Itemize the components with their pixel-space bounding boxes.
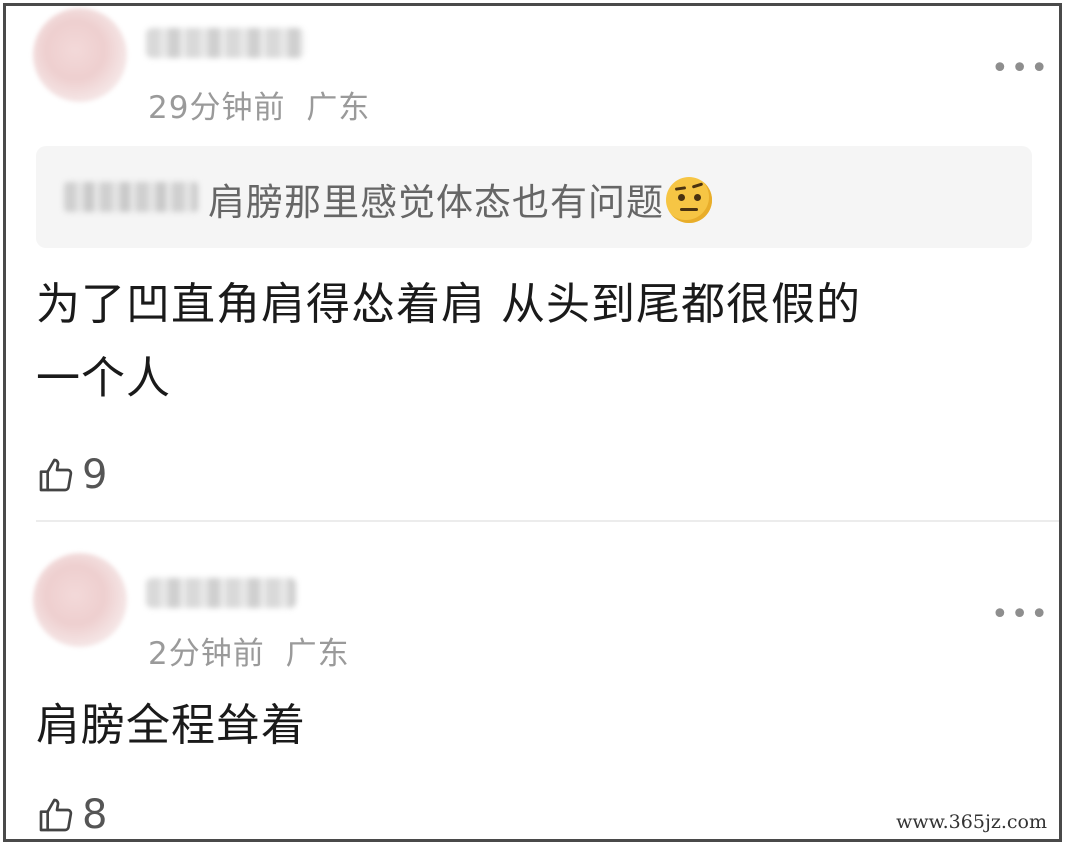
more-options-icon[interactable]: ••• xyxy=(991,54,1050,84)
quoted-text: 肩膀那里感觉体态也有问题 xyxy=(208,172,712,226)
comment-feed: 29分钟前 广东 ••• 肩膀那里感觉体态也有问题 为了凹直角肩得怂着肩 从头到… xyxy=(3,3,1062,842)
quoted-username-blurred xyxy=(64,182,198,212)
avatar[interactable] xyxy=(33,553,127,647)
comment-body-line: 为了凹直角肩得怂着肩 从头到尾都很假的 xyxy=(36,279,861,330)
comment-body: 肩膀全程耸着 xyxy=(36,689,306,763)
thumbs-up-icon xyxy=(39,458,73,492)
thumbs-up-icon xyxy=(39,798,73,832)
comment-body: 为了凹直角肩得怂着肩 从头到尾都很假的 一个人 xyxy=(36,268,861,416)
comment-location: 广东 xyxy=(285,636,350,672)
comment-divider xyxy=(36,520,1059,522)
comment-body-line: 肩膀全程耸着 xyxy=(36,700,306,751)
like-button[interactable]: 9 xyxy=(36,452,107,498)
avatar[interactable] xyxy=(33,8,127,102)
comment-meta: 2分钟前 广东 xyxy=(148,628,350,673)
raised-eyebrow-emoji-icon xyxy=(666,177,712,223)
watermark: www.365jz.com xyxy=(892,811,1051,833)
username-blurred[interactable] xyxy=(146,578,296,608)
comment-time: 29分钟前 xyxy=(148,90,286,126)
quoted-reply[interactable]: 肩膀那里感觉体态也有问题 xyxy=(36,146,1032,248)
like-button[interactable]: 8 xyxy=(36,792,107,838)
comment-location: 广东 xyxy=(306,90,371,126)
like-count: 9 xyxy=(82,452,108,498)
comment-meta: 29分钟前 广东 xyxy=(148,82,370,127)
comment-time: 2分钟前 xyxy=(148,636,265,672)
quoted-text-content: 肩膀那里感觉体态也有问题 xyxy=(208,181,664,224)
more-options-icon[interactable]: ••• xyxy=(991,600,1050,630)
comment-body-line: 一个人 xyxy=(36,353,171,404)
username-blurred[interactable] xyxy=(146,28,304,58)
like-count: 8 xyxy=(82,792,108,838)
